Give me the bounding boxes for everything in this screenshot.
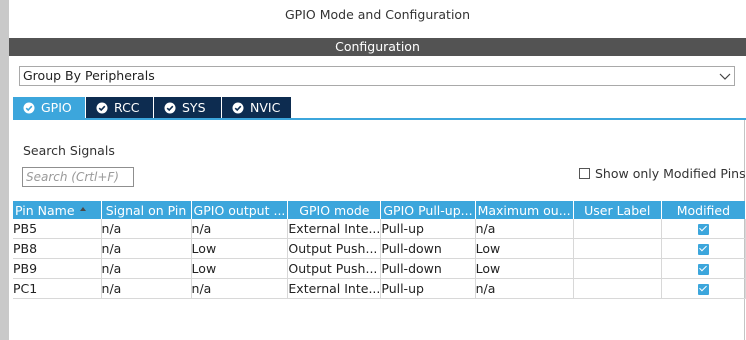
cell-pin: PC1 bbox=[13, 278, 102, 299]
check-circle-icon bbox=[96, 102, 108, 113]
cell-user-label[interactable] bbox=[573, 258, 662, 279]
cell-modified[interactable] bbox=[661, 278, 746, 299]
cell-signal: n/a bbox=[101, 258, 192, 279]
cell-max-output: n/a bbox=[475, 219, 574, 239]
cell-output: Low bbox=[191, 258, 289, 279]
column-header-signal[interactable]: Signal on Pin bbox=[101, 201, 192, 219]
window-title: GPIO Mode and Configuration bbox=[284, 7, 471, 22]
show-modified-checkbox[interactable]: Show only Modified Pins bbox=[579, 166, 746, 181]
cell-modified[interactable] bbox=[661, 219, 746, 239]
check-circle-icon bbox=[164, 102, 176, 113]
cell-mode: External Inte... bbox=[287, 278, 382, 299]
cell-modified[interactable] bbox=[661, 258, 746, 279]
cell-pull: Pull-down bbox=[380, 238, 476, 259]
tab-gpio[interactable]: GPIO bbox=[13, 97, 86, 118]
group-by-select[interactable]: Group By Peripherals bbox=[19, 66, 735, 86]
search-signals-label: Search Signals bbox=[23, 143, 115, 158]
column-header-pin-name[interactable]: Pin Name bbox=[13, 201, 102, 219]
group-by-value: Group By Peripherals bbox=[23, 68, 155, 83]
table-row[interactable]: PB9 n/a Low Output Push... Pull-down Low bbox=[13, 258, 746, 279]
cell-pull: Pull-up bbox=[380, 278, 476, 299]
cell-modified[interactable] bbox=[661, 238, 746, 259]
cell-max-output: n/a bbox=[475, 278, 574, 299]
cell-output: n/a bbox=[191, 219, 289, 239]
cell-output: Low bbox=[191, 238, 289, 259]
configuration-header: Configuration bbox=[9, 38, 746, 56]
modified-checkbox[interactable] bbox=[697, 224, 709, 235]
tab-label: GPIO bbox=[41, 100, 72, 115]
cell-mode: Output Push... bbox=[287, 238, 382, 259]
tab-underline bbox=[13, 118, 746, 120]
cell-pull: Pull-down bbox=[380, 258, 476, 279]
cell-max-output: Low bbox=[475, 238, 574, 259]
modified-checkbox[interactable] bbox=[697, 284, 709, 295]
cell-mode: Output Push... bbox=[287, 258, 382, 279]
table-row[interactable]: PB8 n/a Low Output Push... Pull-down Low bbox=[13, 238, 746, 259]
tab-nvic[interactable]: NVIC bbox=[222, 97, 292, 118]
cell-output: n/a bbox=[191, 278, 289, 299]
tab-sys[interactable]: SYS bbox=[154, 97, 222, 118]
tab-rcc[interactable]: RCC bbox=[86, 97, 154, 118]
chevron-down-icon bbox=[719, 73, 731, 80]
cell-user-label[interactable] bbox=[573, 238, 662, 259]
checkbox-box[interactable] bbox=[579, 168, 590, 179]
column-header-gpio-pull[interactable]: GPIO Pull-up... bbox=[380, 201, 476, 219]
table-row[interactable]: PC1 n/a n/a External Inte... Pull-up n/a bbox=[13, 278, 746, 299]
table-header-row: Pin Name Signal on Pin GPIO output ... G… bbox=[13, 201, 746, 219]
cell-signal: n/a bbox=[101, 219, 192, 239]
check-circle-icon bbox=[232, 102, 244, 113]
column-header-user-label[interactable]: User Label bbox=[573, 201, 662, 219]
column-header-modified[interactable]: Modified bbox=[661, 201, 746, 219]
modified-checkbox[interactable] bbox=[697, 244, 709, 255]
modified-checkbox[interactable] bbox=[697, 264, 709, 275]
cell-pin: PB5 bbox=[13, 219, 102, 239]
column-header-gpio-mode[interactable]: GPIO mode bbox=[287, 201, 382, 219]
cell-signal: n/a bbox=[101, 278, 192, 299]
check-circle-icon bbox=[23, 102, 35, 113]
column-header-gpio-output[interactable]: GPIO output ... bbox=[191, 201, 289, 219]
cell-pin: PB8 bbox=[13, 238, 102, 259]
tab-label: SYS bbox=[182, 100, 206, 115]
cell-signal: n/a bbox=[101, 238, 192, 259]
cell-max-output: Low bbox=[475, 258, 574, 279]
table-row[interactable]: PB5 n/a n/a External Inte... Pull-up n/a bbox=[13, 219, 746, 239]
left-edge-strip bbox=[0, 0, 9, 340]
cell-user-label[interactable] bbox=[573, 219, 662, 239]
tab-bar: GPIO RCC SYS NVIC bbox=[13, 97, 292, 118]
column-header-max-output[interactable]: Maximum ou... bbox=[475, 201, 574, 219]
search-input[interactable]: Search (Crtl+F) bbox=[22, 167, 134, 187]
cell-pull: Pull-up bbox=[380, 219, 476, 239]
cell-mode: External Inte... bbox=[287, 219, 382, 239]
tab-label: NVIC bbox=[250, 100, 281, 115]
pin-table: Pin Name Signal on Pin GPIO output ... G… bbox=[13, 201, 746, 299]
sort-ascending-icon bbox=[79, 207, 86, 211]
cell-user-label[interactable] bbox=[573, 278, 662, 299]
cell-pin: PB9 bbox=[13, 258, 102, 279]
show-modified-label: Show only Modified Pins bbox=[595, 166, 746, 181]
tab-label: RCC bbox=[114, 100, 140, 115]
